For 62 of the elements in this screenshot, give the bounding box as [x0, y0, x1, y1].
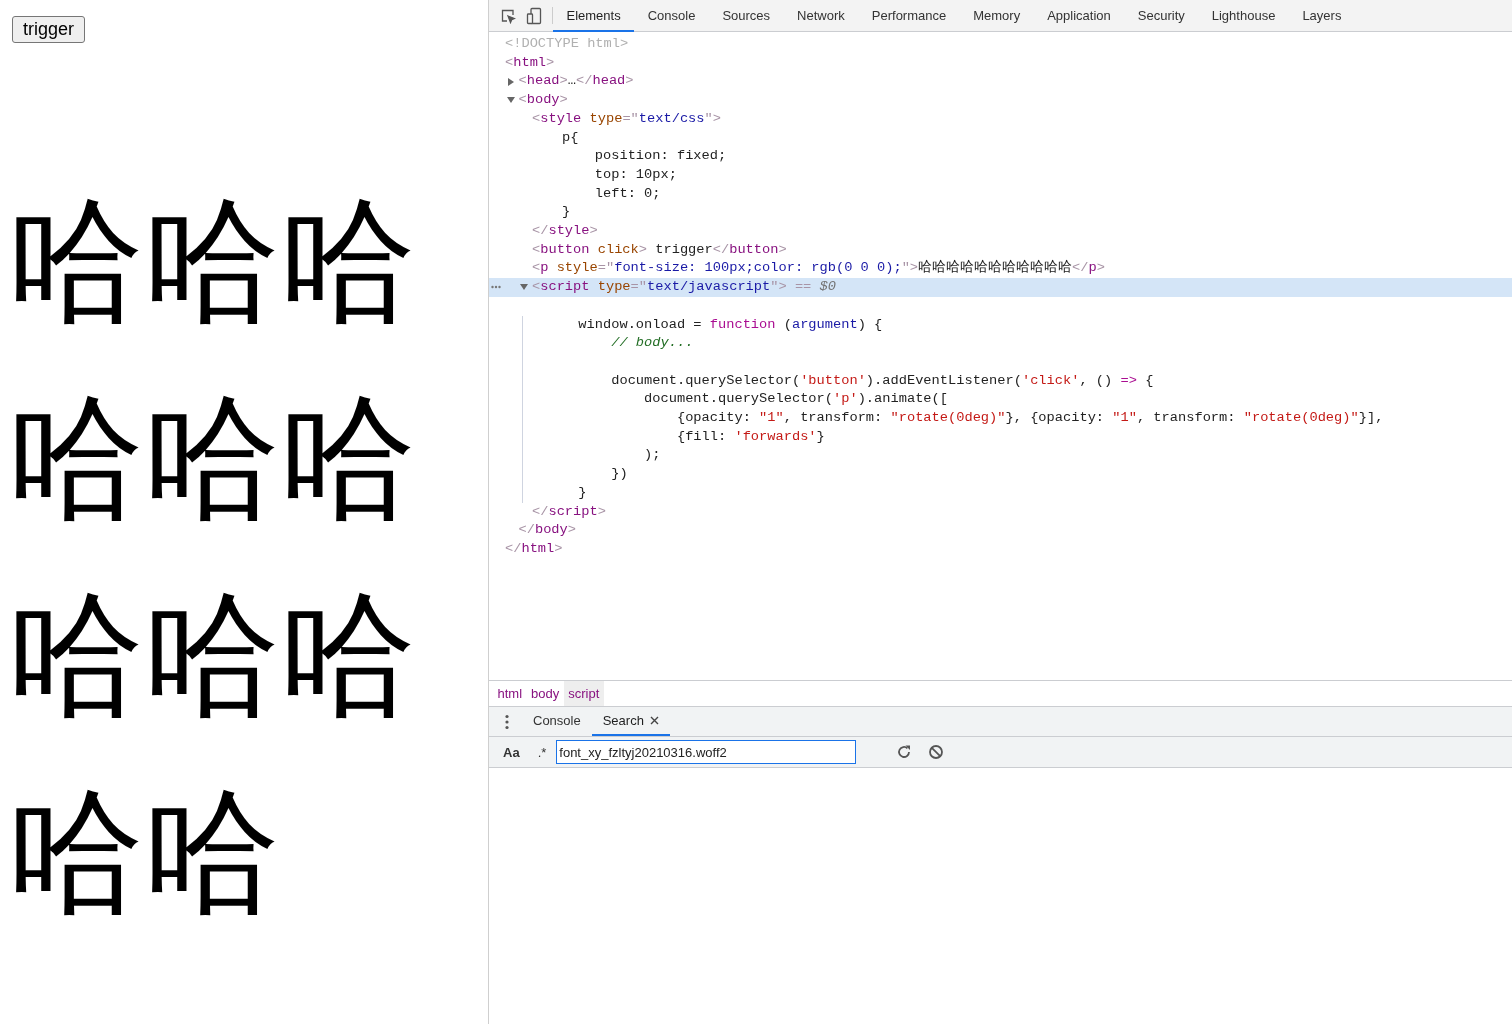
code-line: position: fixed; [593, 147, 727, 166]
node-row[interactable]: <p style="font-size: 100px;color: rgb(0 0 0);">哈哈哈哈哈哈哈哈哈哈哈</p> [489, 259, 1512, 279]
inspect-icon[interactable] [500, 7, 516, 24]
breadcrumb-item[interactable]: body [526, 681, 564, 706]
code-line: ); [643, 446, 661, 465]
node-row[interactable]: <html> [489, 53, 1512, 73]
code-line: } [560, 203, 571, 222]
code-line: {fill: 'forwards'} [675, 427, 825, 446]
device-toolbar-icon[interactable] [526, 6, 542, 25]
element-markup: <script type="text/javascript"> == $0 [532, 278, 836, 297]
code-line: left: 0; [593, 184, 661, 203]
breadcrumb-item[interactable]: html [493, 681, 527, 706]
closing-tag: </body> [518, 521, 576, 540]
panel-tab[interactable]: Layers [1288, 0, 1355, 32]
element-markup: <style type="text/css"> [532, 109, 721, 128]
breadcrumb-item[interactable]: script [563, 681, 604, 706]
closing-tag: </script> [532, 502, 606, 522]
panel-tab[interactable]: Application [1033, 0, 1125, 32]
search-field[interactable]: font_xy_fzltyj20210316.woff2 [556, 740, 857, 764]
panel-tab[interactable]: Sources [708, 0, 784, 32]
code-line: {opacity: "1", transform: "rotate(0deg)"}, {opacity: "1", transform: "rotate(0deg)"}], [675, 409, 1384, 428]
node-row[interactable]: <body> [489, 91, 1512, 110]
close-icon[interactable] [649, 716, 659, 725]
expanded-triangle-icon[interactable] [520, 283, 528, 292]
closing-tag: </html> [505, 539, 563, 559]
large-text: 哈哈哈哈哈哈哈哈哈哈哈 [8, 184, 417, 930]
panel-tab[interactable]: Elements [553, 0, 635, 32]
closing-tag: </style> [532, 222, 598, 241]
code-line: }) [610, 465, 628, 484]
element-markup: <html> [505, 53, 555, 72]
panel-tab[interactable]: Console [634, 0, 709, 32]
expanded-triangle-icon[interactable] [506, 96, 515, 105]
node-row[interactable]: <button click> trigger</button> [489, 240, 1512, 260]
node-row[interactable]: <head>…</head> [489, 72, 1512, 92]
collapsed-triangle-icon[interactable] [506, 77, 515, 86]
panel-tab[interactable]: Security [1124, 0, 1199, 32]
code-line: top: 10px; [593, 165, 677, 184]
element-markup: <p style="font-size: 100px;color: rgb(0 0 0);">哈哈哈哈哈哈哈哈哈哈哈</p> [532, 259, 1105, 278]
panel-tab[interactable]: Network [783, 0, 859, 32]
menu-icon[interactable] [505, 713, 509, 730]
element-markup: <body> [518, 91, 568, 110]
code-line: p{ [560, 128, 579, 147]
match-case-toggle[interactable]: Aa [499, 744, 524, 760]
element-markup: <!DOCTYPE html> [505, 35, 629, 53]
panel-tab[interactable]: Performance [858, 0, 960, 32]
node-row[interactable]: <style type="text/css"> [489, 109, 1512, 129]
code-line: } [577, 483, 587, 502]
regex-toggle[interactable]: .* [533, 744, 551, 760]
panel-tab[interactable]: Memory [959, 0, 1034, 32]
code-line: window.onload = function (argument) { [577, 315, 883, 334]
node-row[interactable]: <script type="text/javascript"> == $0 [489, 278, 1512, 297]
code-line: document.querySelector('p').animate([ [643, 390, 948, 409]
code-line: document.querySelector('button').addEventListener('click', () => { [610, 371, 1154, 390]
element-markup: <button click> trigger</button> [532, 240, 787, 259]
code-line: // body... [610, 334, 694, 353]
refresh-icon[interactable] [896, 744, 913, 760]
panel-tab[interactable]: Lighthouse [1198, 0, 1289, 32]
drawer-tab[interactable]: Console [522, 707, 592, 736]
clear-icon[interactable] [928, 744, 945, 760]
trigger-button[interactable]: trigger [12, 16, 86, 43]
element-markup: <head>…</head> [518, 72, 634, 91]
more-options-icon[interactable] [491, 285, 501, 290]
